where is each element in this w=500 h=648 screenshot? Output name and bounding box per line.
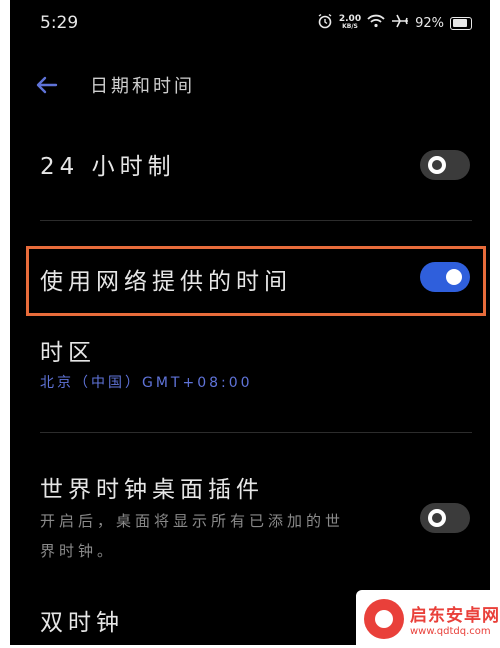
watermark: 启东安卓网 www.qdtdq.com bbox=[356, 590, 500, 648]
network-time-toggle[interactable] bbox=[420, 262, 470, 292]
divider bbox=[40, 220, 472, 221]
battery-icon bbox=[450, 16, 472, 30]
toggle-knob bbox=[446, 269, 462, 285]
watermark-logo-icon bbox=[364, 599, 404, 639]
airplane-icon bbox=[391, 14, 409, 32]
timezone-label[interactable]: 时区 bbox=[40, 333, 96, 367]
status-time: 5:29 bbox=[40, 13, 79, 33]
toggle-knob bbox=[428, 509, 446, 527]
wifi-icon bbox=[367, 14, 385, 32]
toggle-knob bbox=[428, 156, 446, 174]
net-speed-value: 2.00 bbox=[338, 14, 362, 24]
network-time-label: 使用网络提供的时间 bbox=[40, 269, 292, 295]
watermark-url: www.qdtdq.com bbox=[410, 626, 491, 637]
status-icons: 2.00 KB/S 92% bbox=[317, 13, 472, 33]
alarm-icon bbox=[317, 13, 333, 33]
world-clock-toggle[interactable] bbox=[420, 503, 470, 533]
world-clock-desc-line2: 界时钟。 bbox=[40, 542, 117, 560]
page-title: 日期和时间 bbox=[90, 76, 195, 97]
battery-percent: 92% bbox=[415, 15, 444, 31]
world-clock-label: 世界时钟桌面插件 bbox=[40, 477, 264, 503]
hour24-toggle[interactable] bbox=[420, 150, 470, 180]
timezone-value[interactable]: 北京（中国）GMT+08:00 bbox=[40, 372, 253, 392]
back-arrow-icon[interactable] bbox=[34, 72, 60, 98]
world-clock-desc-line1: 开启后，桌面将显示所有已添加的世 bbox=[40, 512, 345, 530]
net-speed-unit: KB/S bbox=[342, 23, 358, 30]
dual-clock-label[interactable]: 双时钟 bbox=[40, 603, 124, 637]
divider bbox=[40, 432, 472, 433]
phone-screen: 5:29 2.00 KB/S 92% 日期和时间 24 小时制 使用网络提供的时… bbox=[10, 0, 490, 645]
hour24-label: 24 小时制 bbox=[40, 154, 176, 180]
watermark-name: 启东安卓网 bbox=[410, 606, 500, 626]
net-speed: 2.00 KB/S bbox=[339, 15, 361, 31]
watermark-text: 启东安卓网 www.qdtdq.com bbox=[410, 601, 500, 637]
